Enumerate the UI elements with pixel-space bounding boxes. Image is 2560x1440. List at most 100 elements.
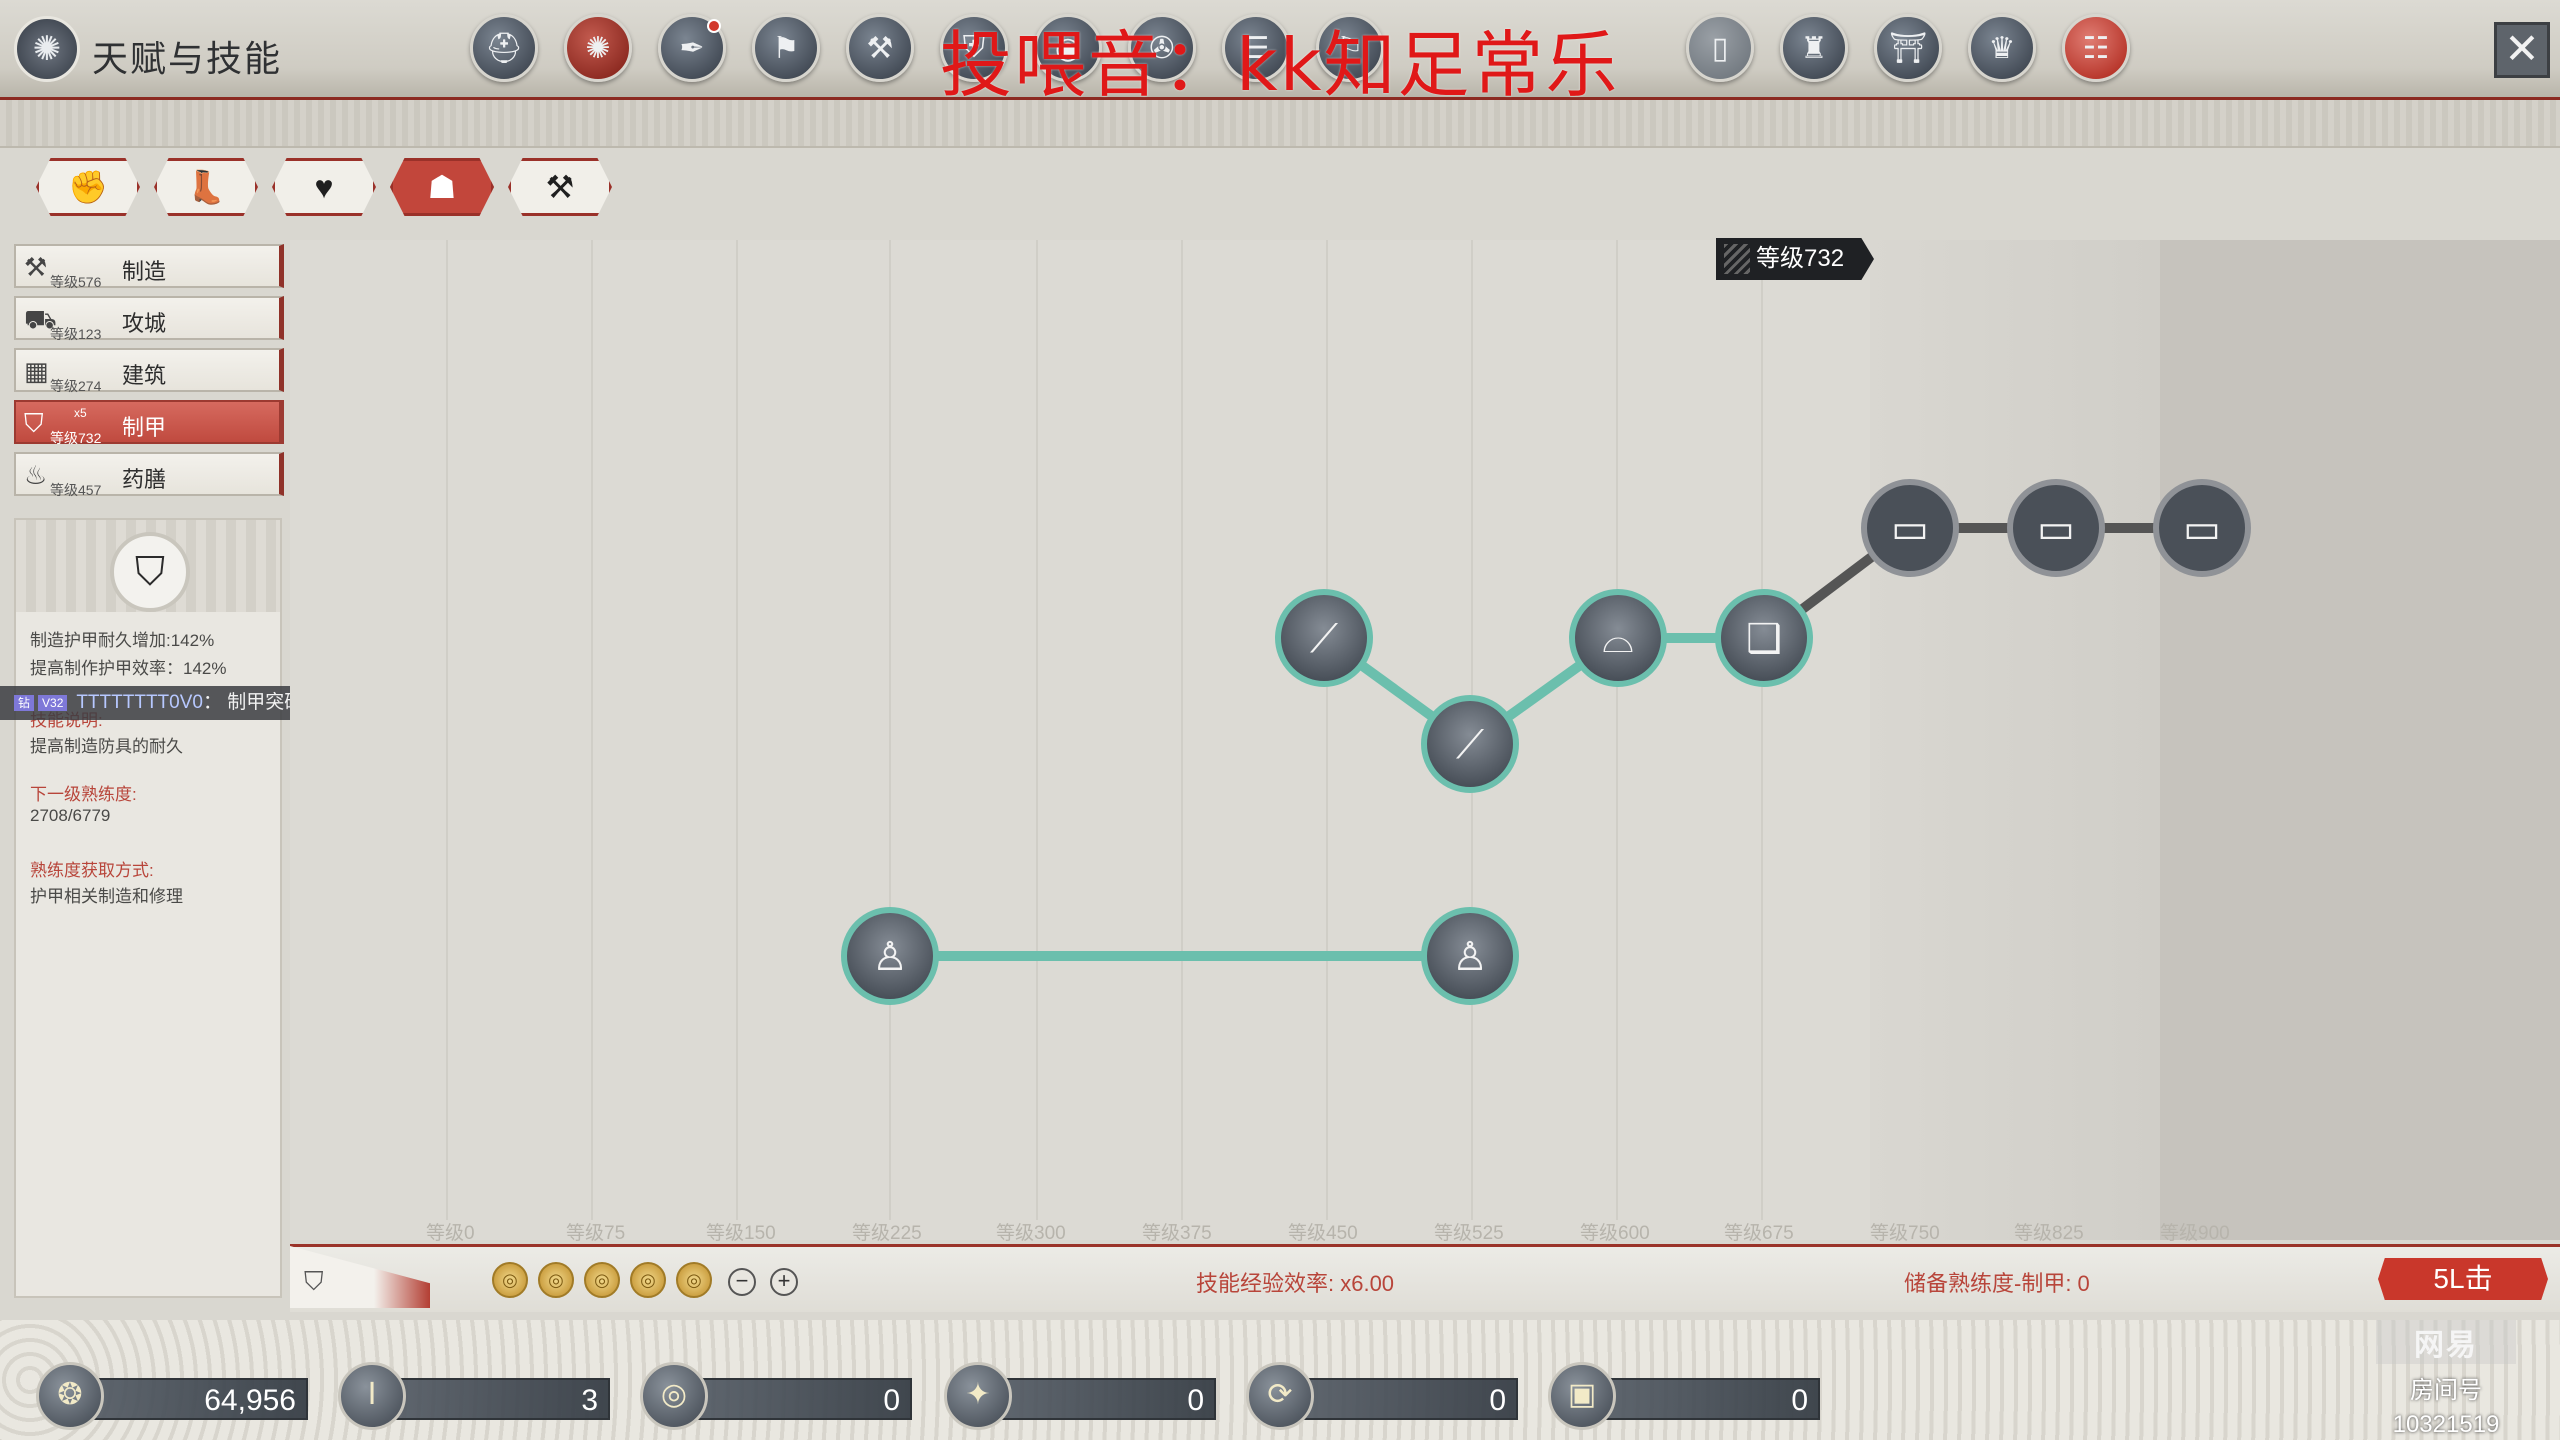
node-armor1[interactable]: ♙ (841, 907, 939, 1005)
chest-token-icon: ▣ (1548, 1362, 1616, 1430)
door-icon[interactable]: ▯ (1686, 14, 1754, 82)
gain-method-title: 熟练度获取方式: (30, 861, 154, 880)
breakthrough-coin-icon: ◎ (676, 1262, 712, 1298)
armor-icon: ♙ (1452, 934, 1488, 980)
next-level-title: 下一级熟练度: (30, 785, 137, 804)
tab-crafting[interactable]: ☗ (390, 158, 494, 216)
chat-username: TTTTTTTT0V0 (76, 692, 203, 713)
current-level-text: 等级732 (1756, 245, 1845, 272)
axis-label: 等级900 (2160, 1223, 2230, 1244)
refresh-icon: ⟳ (1246, 1362, 1314, 1430)
current-level-flag: 等级732 (1716, 238, 1874, 280)
chat-separator: ： (202, 692, 222, 713)
skill-name: 制造 (122, 259, 167, 284)
hammer-tag-icon: ⚒ (545, 169, 575, 205)
node-chest2[interactable]: ▭ (2007, 479, 2105, 577)
resource-value: 3 (388, 1378, 610, 1420)
skill-item-medicine[interactable]: ♨ 等级457 药膳 (14, 452, 284, 498)
notification-dot (707, 19, 721, 33)
skill-item-siege[interactable]: ⛟ 等级123 攻城 (14, 296, 284, 342)
node-chest1[interactable]: ▭ (1861, 479, 1959, 577)
watermark-tag: 房间号 (2410, 1377, 2482, 1404)
resource-value: 0 (1296, 1378, 1518, 1420)
stream-overlay-text: 投喂音：kk知足常乐 (940, 23, 1620, 107)
constellation-icon: ✦ (944, 1362, 1012, 1430)
helmet-icon[interactable]: ⛑ (470, 14, 538, 82)
skill-tree-icon[interactable]: ✺ (564, 14, 632, 82)
node-blade2[interactable]: ⟋ (1421, 695, 1519, 793)
resource-value: 0 (690, 1378, 912, 1420)
breakthrough-coin-icon: ◎ (492, 1262, 528, 1298)
crafter-icon: ☗ (427, 169, 457, 205)
gain-method-value: 护甲相关制造和修理 (30, 887, 183, 906)
talent-skill-icon: ✺ (14, 16, 80, 82)
heart-icon: ♥ (314, 168, 334, 205)
book-icon[interactable]: ☷ (2062, 14, 2130, 82)
stream-watermark: 网易 房间号 10321519 (2376, 1320, 2516, 1439)
skill-level: 等级123 (50, 326, 102, 342)
axis-label: 等级300 (996, 1223, 1066, 1244)
tab-gathering[interactable]: ⚒ (508, 158, 612, 216)
skill-tree-area: ⟋ ⟋ ⌓ ❑ ▭ ▭ ▭ ♙ ♙ (290, 240, 2560, 1240)
watermark-room-id: 10321519 (2392, 1411, 2500, 1438)
guild-icon[interactable]: ♛ (1968, 14, 2036, 82)
resource-value: 0 (1598, 1378, 1820, 1420)
building-icon: ▦ (24, 356, 49, 386)
axis-label: 等级525 (1434, 1223, 1504, 1244)
chest-icon: ▭ (1891, 506, 1929, 552)
resource-value: 0 (994, 1378, 1216, 1420)
node-basket[interactable]: ⌓ (1569, 589, 1667, 687)
armor-shield-icon: ⛉ (24, 408, 44, 438)
reserve-proficiency-text: 储备熟练度-制甲: 0 (1904, 1271, 2090, 1296)
node-chest3[interactable]: ▭ (2153, 479, 2251, 577)
ranking-icon[interactable]: ♜ (1780, 14, 1848, 82)
sword-icon: ⟋ (1456, 722, 1484, 768)
desc-text: 提高制造防具的耐久 (30, 737, 183, 756)
resource-constellation: 0 ✦ (944, 1362, 1224, 1430)
skill-item-craft[interactable]: ⚒ 等级576 制造 (14, 244, 284, 290)
resource-refresh: 0 ⟳ (1246, 1362, 1526, 1430)
axis-label: 等级75 (566, 1223, 626, 1244)
skill-level: 等级457 (50, 482, 102, 498)
skill-item-armor[interactable]: ⛉ x5 等级732 制甲 (14, 400, 284, 446)
tab-combat[interactable]: ✊ (36, 158, 140, 216)
skill-multiplier: x5 (74, 406, 87, 420)
chest-icon: ▭ (2037, 506, 2075, 552)
node-book[interactable]: ❑ (1715, 589, 1813, 687)
resource-chest: 0 ▣ (1548, 1362, 1828, 1430)
bonus-durability: 制造护甲耐久增加:142% (30, 631, 215, 650)
feather-scroll-icon[interactable]: ✒ (658, 14, 726, 82)
skill-name: 攻城 (122, 311, 167, 336)
banner-icon[interactable]: ⚑ (752, 14, 820, 82)
armor-shield-icon: ⛉ (110, 532, 190, 612)
axis-label: 等级150 (706, 1223, 776, 1244)
pavilion-icon[interactable]: ⛩ (1874, 14, 1942, 82)
watermark-brand: 网易 (2376, 1320, 2516, 1364)
bowl-icon: ♨ (24, 460, 48, 490)
silver-coin-icon: ❂ (36, 1362, 104, 1430)
skill-level: 等级576 (50, 274, 102, 290)
skill-level: 等级732 (50, 430, 102, 446)
skill-info-panel: ⛉ 制造护甲耐久增加:142% 提高制作护甲效率：142% 技能说明: 提高制造… (14, 518, 282, 1298)
close-button[interactable]: ✕ (2494, 22, 2550, 78)
tree-nodes: ⟋ ⟋ ⌓ ❑ ▭ ▭ ▭ ♙ ♙ (841, 479, 2251, 1005)
skill-name: 制甲 (122, 415, 167, 440)
tools-icon[interactable]: ⚒ (846, 14, 914, 82)
node-blade1[interactable]: ⟋ (1275, 589, 1373, 687)
page-title: 天赋与技能 (92, 38, 283, 79)
plus-button[interactable]: + (770, 1268, 798, 1296)
basket-icon: ⌓ (1602, 616, 1634, 662)
bonus-efficiency: 提高制作护甲效率：142% (30, 659, 227, 678)
axis-label: 等级750 (1870, 1223, 1940, 1244)
minus-button[interactable]: − (728, 1268, 756, 1296)
breakthrough-stamp[interactable]: 5L击 (2378, 1258, 2548, 1300)
skill-item-building[interactable]: ▦ 等级274 建筑 (14, 348, 284, 394)
flag-mark (1724, 244, 1750, 274)
chest-icon: ▭ (2183, 506, 2221, 552)
node-armor2[interactable]: ♙ (1421, 907, 1519, 1005)
axis-label: 等级450 (1288, 1223, 1358, 1244)
breakthrough-coin-icon: ◎ (584, 1262, 620, 1298)
armor-icon: ♙ (872, 934, 908, 980)
tab-movement[interactable]: 👢 (154, 158, 258, 216)
tab-life[interactable]: ♥ (272, 158, 376, 216)
